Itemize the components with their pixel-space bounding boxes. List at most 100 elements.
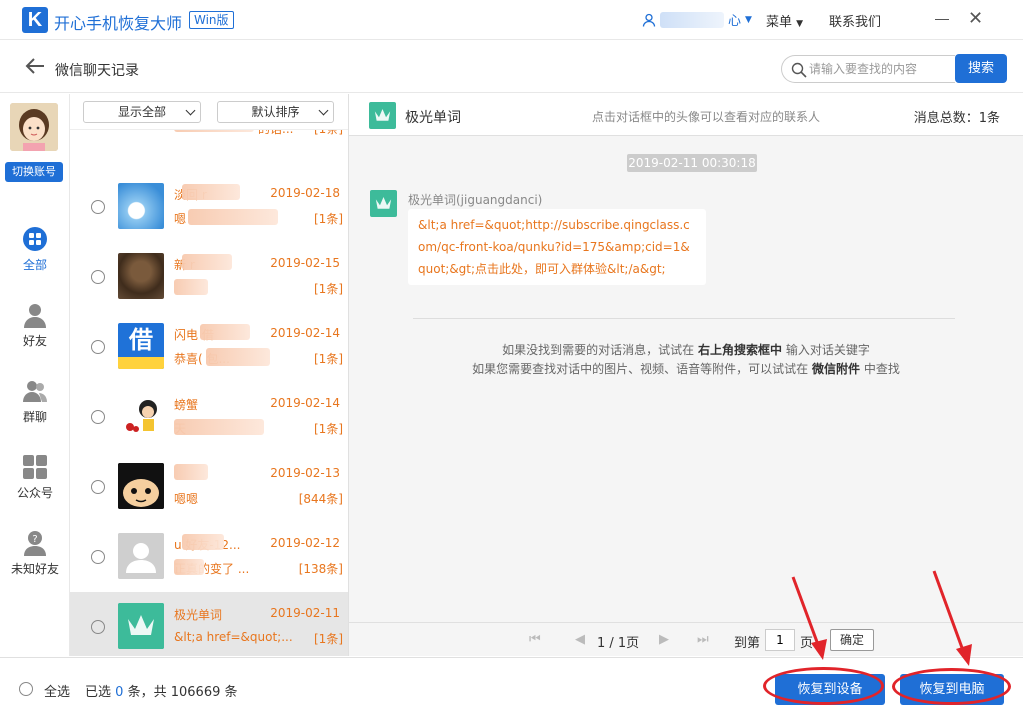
sort-value: 默认排序 bbox=[251, 105, 300, 119]
chat-header: 极光单词 点击对话框中的头像可以查看对应的联系人 消息总数：1条 bbox=[349, 94, 1023, 136]
list-filters: 显示全部 默认排序 bbox=[70, 94, 348, 130]
summary-text: 已选 bbox=[85, 685, 112, 700]
chat-count: [1条] bbox=[314, 632, 343, 646]
title-bar: K 开心手机恢复大师 Win版 心 ▼ 菜单 ▼ 联系我们 ✕ bbox=[0, 0, 1023, 40]
next-page-icon[interactable]: ▶ bbox=[659, 632, 669, 647]
chat-count: [1条] bbox=[314, 352, 343, 366]
page-indicator: 1 / 1页 bbox=[597, 636, 640, 651]
tip-text: 如果您需要查找对话中的图片、视频、语音等附件，可以试试在 bbox=[472, 362, 809, 376]
page-unit: 页 bbox=[800, 636, 814, 651]
close-icon[interactable]: ✕ bbox=[968, 10, 983, 28]
switch-account-button[interactable]: 切换账号 bbox=[5, 162, 63, 182]
back-arrow-icon[interactable] bbox=[24, 55, 46, 77]
search-box bbox=[781, 55, 955, 83]
avatar-hint: 点击对话框中的头像可以查看对应的联系人 bbox=[592, 110, 821, 124]
nav-label: 全部 bbox=[22, 258, 47, 272]
highlight-ring bbox=[892, 668, 1011, 705]
total-count: 106669 bbox=[170, 685, 221, 700]
user-menu[interactable]: 心 ▼ bbox=[642, 10, 752, 29]
page-number-input[interactable] bbox=[765, 629, 795, 651]
row-radio[interactable] bbox=[91, 480, 105, 494]
pagination: ⏮ ◀ 1 / 1页 ▶ ⏭ 到第 页 确定 bbox=[349, 622, 1023, 656]
list-item[interactable]: 2019-02-13 嗯嗯 [844条] bbox=[70, 452, 348, 522]
row-radio[interactable] bbox=[91, 410, 105, 424]
search-icon bbox=[791, 62, 807, 78]
nav-label: 好友 bbox=[22, 334, 47, 348]
nav-item-all[interactable]: 全部 bbox=[0, 226, 70, 273]
list-item[interactable]: 新 r 2019-02-15 [1条] bbox=[70, 242, 348, 312]
crown-logo-icon bbox=[374, 109, 391, 121]
list-item[interactable]: u 好友-12... 2019-02-12 正真的变了 ... [138条] bbox=[70, 522, 348, 592]
redacted-text bbox=[206, 348, 270, 366]
person-silhouette-icon bbox=[118, 533, 164, 579]
sender-avatar[interactable] bbox=[370, 190, 397, 217]
daisy-avatar-icon bbox=[118, 183, 164, 229]
row-radio[interactable] bbox=[91, 340, 105, 354]
confirm-page-button[interactable]: 确定 bbox=[830, 629, 874, 651]
chat-detail-pane: 极光单词 点击对话框中的头像可以查看对应的联系人 消息总数：1条 2019-02… bbox=[349, 94, 1023, 656]
nav-item-official-accounts[interactable]: 公众号 bbox=[0, 454, 70, 501]
goto-label: 到第 bbox=[734, 636, 761, 651]
list-item[interactable]: 借 闪电 借 2019-02-14 恭喜( 包... [1条] bbox=[70, 312, 348, 382]
selection-summary: 已选 0 条，共 106669 条 bbox=[85, 681, 238, 700]
highlight-ring bbox=[763, 667, 884, 705]
nav-item-unknown-friends[interactable]: ? 未知好友 bbox=[0, 530, 70, 577]
avatar-stripe bbox=[118, 357, 164, 369]
row-radio[interactable] bbox=[91, 200, 105, 214]
username-suffix: 心 bbox=[728, 14, 742, 29]
group-icon bbox=[23, 381, 47, 402]
attachment-tip: 如果您需要查找对话中的图片、视频、语音等附件，可以试试在 微信附件 中查找 bbox=[349, 360, 1023, 377]
chevron-down-icon bbox=[185, 105, 196, 116]
chevron-down-icon bbox=[318, 105, 329, 116]
chat-preview: 嗯嗯 bbox=[174, 492, 199, 506]
jiguang-avatar-icon bbox=[118, 603, 164, 649]
message-sender: 极光单词(jiguangdanci) bbox=[408, 193, 543, 207]
prev-page-icon[interactable]: ◀ bbox=[575, 632, 585, 647]
chat-preview: 嗯 bbox=[174, 212, 187, 226]
redacted-text bbox=[174, 279, 208, 295]
tip-bold: 右上角搜索框中 bbox=[697, 343, 782, 357]
nav-item-friends[interactable]: 好友 bbox=[0, 302, 70, 349]
chat-name: 极光单词 bbox=[174, 608, 223, 622]
search-button[interactable]: 搜索 bbox=[955, 54, 1007, 83]
chat-date: 2019-02-14 bbox=[270, 396, 340, 410]
portrait-avatar-icon bbox=[118, 253, 164, 299]
redacted-text bbox=[200, 324, 250, 340]
list-item[interactable]: 螃蟹 2019-02-14 天 [1条] bbox=[70, 382, 348, 452]
menu-label: 菜单 bbox=[766, 15, 793, 30]
sort-select[interactable]: 默认排序 bbox=[217, 101, 334, 123]
list-item[interactable]: 极光单词 2019-02-11 &lt;a href=&quot;... [1条… bbox=[70, 592, 348, 656]
cartoon-girl-avatar-icon bbox=[10, 103, 58, 151]
search-input[interactable] bbox=[809, 59, 949, 79]
row-radio[interactable] bbox=[91, 620, 105, 634]
select-all-label[interactable]: 全选 bbox=[44, 681, 70, 700]
face-icon bbox=[118, 463, 164, 509]
list-item[interactable]: 淡回 r 2019-02-18 嗯 [1条] bbox=[70, 172, 348, 242]
cartoon-icon bbox=[126, 400, 157, 432]
cartoon-face-avatar-icon bbox=[118, 463, 164, 509]
tip-text: 中查找 bbox=[863, 362, 900, 376]
first-page-icon[interactable]: ⏮ bbox=[529, 632, 541, 647]
chat-count: [138条] bbox=[298, 562, 343, 576]
contact-avatar[interactable] bbox=[369, 102, 396, 129]
row-radio[interactable] bbox=[91, 550, 105, 564]
selected-count: 0 bbox=[115, 685, 124, 700]
show-filter-select[interactable]: 显示全部 bbox=[83, 101, 201, 123]
chat-count: [844条] bbox=[298, 492, 343, 506]
row-radio[interactable] bbox=[91, 270, 105, 284]
show-filter-value: 显示全部 bbox=[117, 105, 166, 119]
redacted-text bbox=[174, 559, 204, 575]
avatar-glyph: 借 bbox=[129, 326, 153, 354]
account-avatar[interactable] bbox=[10, 103, 58, 151]
contact-us-button[interactable]: 联系我们 bbox=[829, 11, 881, 30]
menu-button[interactable]: 菜单 ▼ bbox=[766, 11, 803, 30]
nav-label: 公众号 bbox=[16, 486, 53, 500]
last-page-icon[interactable]: ⏭ bbox=[697, 632, 709, 647]
user-icon bbox=[642, 13, 656, 27]
message-total: 消息总数：1条 bbox=[913, 111, 1000, 126]
select-all-radio[interactable] bbox=[19, 682, 33, 696]
redacted-text bbox=[182, 534, 224, 550]
minimize-icon[interactable] bbox=[935, 19, 949, 20]
nav-item-groups[interactable]: 群聊 bbox=[0, 378, 70, 425]
chat-date: 2019-02-11 bbox=[270, 606, 340, 620]
